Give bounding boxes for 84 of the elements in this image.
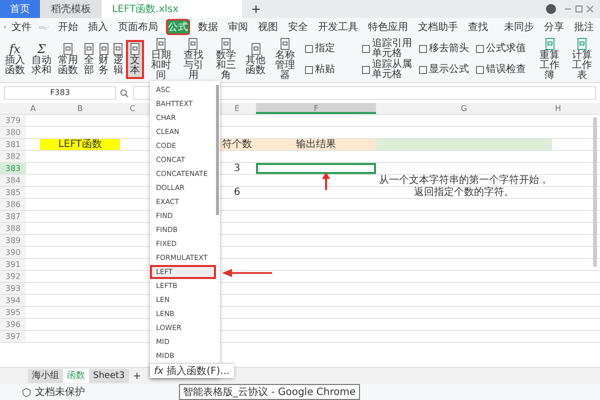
square-icon: [362, 44, 370, 52]
tooltip: 智能表格版_云协议 - Google Chrome: [179, 384, 360, 400]
ribbon-small-button[interactable]: 追踪从属单元格: [362, 59, 416, 80]
shield-icon: [22, 388, 31, 396]
ribbon-button[interactable]: 重算工作簿: [534, 36, 566, 82]
ribbon-button[interactable]: 财务: [96, 40, 110, 78]
document-icon: [250, 42, 261, 54]
document-icon: [130, 42, 140, 54]
ribbon-button[interactable]: 全部: [82, 40, 96, 78]
menu-tab[interactable]: 特色应用: [366, 19, 410, 35]
table-cell: 符个数: [218, 139, 256, 150]
scrollbar[interactable]: [593, 117, 597, 267]
square-icon: [362, 66, 370, 74]
arrow-icon: [322, 172, 330, 190]
square-icon: [304, 66, 313, 74]
table-cell-text: 从一个文本字符串的第一个字符开始，: [378, 175, 550, 186]
search-menu[interactable]: 查找: [466, 19, 490, 35]
document-tab[interactable]: 稻壳模板: [41, 0, 101, 18]
ribbon-button[interactable]: 逻辑: [112, 40, 126, 78]
column-header[interactable]: A: [26, 103, 40, 114]
toolbar-action[interactable]: 未同步: [502, 19, 536, 35]
square-icon: [476, 66, 484, 74]
square-icon: [418, 66, 427, 74]
table-cell: 输出结果: [256, 139, 376, 150]
menu-tab[interactable]: 安全: [286, 19, 310, 35]
ribbon-small-button[interactable]: 移去箭头: [418, 38, 473, 59]
ribbon-button[interactable]: Σ 自动求和: [28, 40, 54, 78]
square-icon: [304, 44, 313, 52]
ribbon-button[interactable]: 数学和三角: [210, 36, 242, 82]
square-icon: [476, 44, 484, 52]
insert-function-item[interactable]: fx 插入函数(F)...: [150, 363, 234, 378]
new-tab-button[interactable]: +: [243, 0, 270, 18]
add-sheet-button[interactable]: +: [128, 370, 146, 382]
zoom-icon[interactable]: [120, 88, 129, 98]
status-text: 文档未保护: [35, 386, 85, 399]
column-header[interactable]: H: [552, 103, 564, 114]
name-box[interactable]: F383: [4, 86, 116, 100]
menu-tab[interactable]: 审阅: [226, 19, 250, 35]
column-header[interactable]: B: [40, 103, 120, 114]
menu-tab[interactable]: 文档助手: [416, 19, 460, 35]
square-icon: [418, 44, 427, 52]
table-cell-text: 返回指定个数的字符。: [413, 187, 515, 198]
ribbon-button[interactable]: fx 插入函数: [2, 40, 28, 78]
ribbon-button[interactable]: 其他函数: [242, 40, 268, 78]
scrollbar[interactable]: [216, 85, 219, 215]
ribbon-small-button[interactable]: 粘贴: [304, 59, 359, 80]
ribbon-button[interactable]: 文本: [126, 40, 144, 78]
ribbon-small-button[interactable]: 显示公式: [418, 59, 473, 80]
ribbon-small-button[interactable]: 指定: [304, 38, 359, 59]
avatar-icon[interactable]: [546, 4, 556, 14]
sheet-tab[interactable]: Sheet3: [89, 369, 129, 383]
ribbon-button[interactable]: 查找与引用: [178, 36, 210, 82]
ribbon-small-button[interactable]: 错误检查: [476, 59, 530, 80]
document-tab[interactable]: LEFT函数.xlsx: [102, 0, 242, 18]
document-icon: [113, 42, 124, 54]
ribbon-button[interactable]: 日期和时间: [145, 36, 177, 82]
ribbon-button[interactable]: 名称管理器: [269, 36, 301, 82]
document-icon: [84, 42, 94, 54]
menu-tab[interactable]: 开始: [56, 19, 80, 35]
ribbon-small-button[interactable]: 追踪引用单元格: [362, 38, 416, 59]
table-cell-text: 3: [232, 163, 242, 174]
toolbar-action[interactable]: 分享: [542, 19, 566, 35]
ribbon-button[interactable]: 计算工作表: [566, 36, 598, 82]
menu-tab[interactable]: 视图: [256, 19, 280, 35]
table-cell-text: 6: [232, 187, 242, 198]
window-controls-icon[interactable]: [564, 5, 594, 13]
column-header[interactable]: G: [376, 103, 552, 114]
table-cell: LEFT函数: [40, 139, 120, 150]
document-icon: [63, 42, 74, 54]
ribbon-button[interactable]: 常用函数: [55, 40, 81, 78]
toolbar-action[interactable]: 批注: [572, 19, 596, 35]
document-tab[interactable]: 首页: [0, 0, 40, 18]
menu-tab[interactable]: 插入: [86, 19, 110, 35]
ribbon-small-button[interactable]: 公式求值: [476, 38, 530, 59]
sheet-tab[interactable]: 海小组: [28, 369, 63, 383]
column-header[interactable]: E: [218, 103, 256, 114]
file-menu[interactable]: 文件: [9, 19, 34, 35]
menu-tab[interactable]: 数据: [196, 19, 220, 35]
menu-tab[interactable]: 页面布局: [116, 19, 160, 35]
arrow-icon: [222, 268, 272, 278]
column-header[interactable]: C: [120, 103, 145, 114]
document-icon: [98, 42, 109, 54]
menu-tab[interactable]: 开发工具: [316, 19, 360, 35]
sheet-tab[interactable]: 函数: [63, 369, 89, 383]
